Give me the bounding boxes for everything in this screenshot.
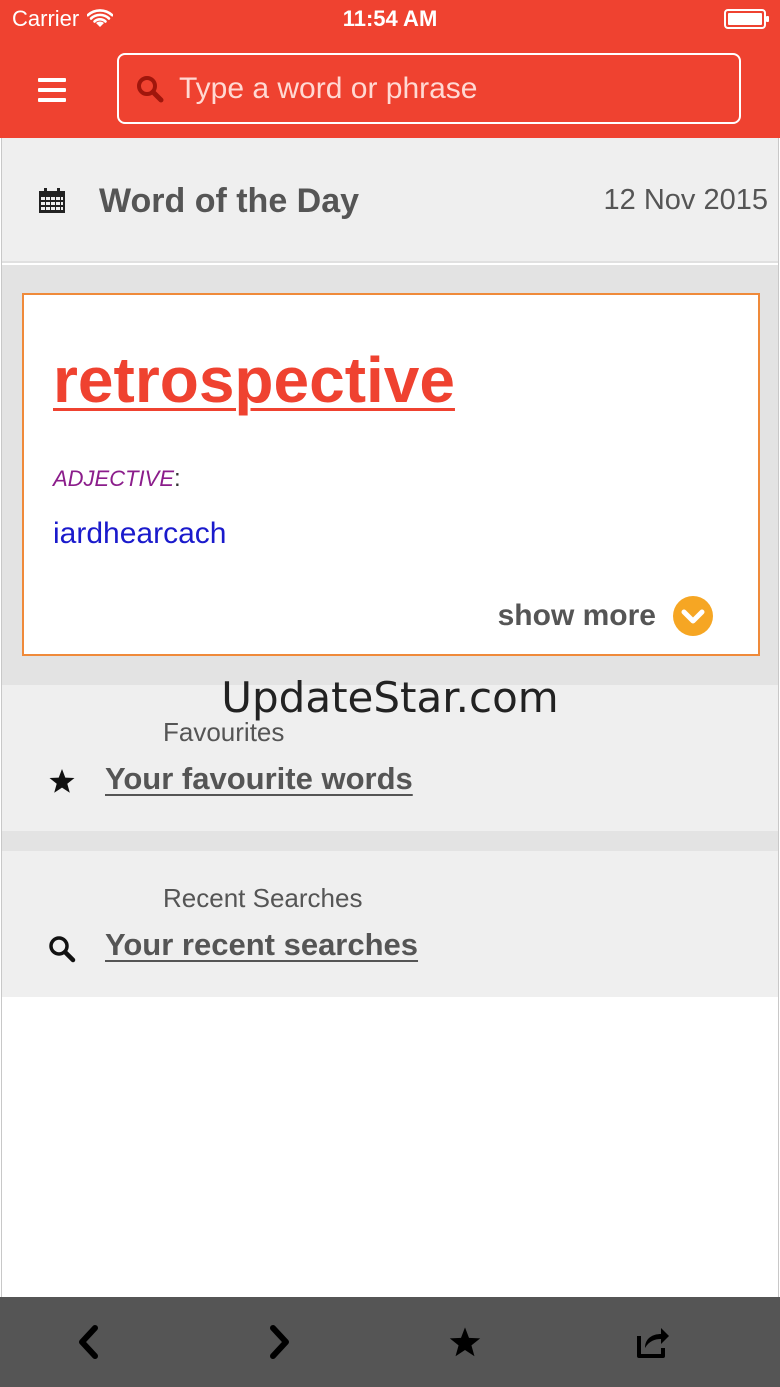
word-of-the-day-title: Word of the Day (99, 182, 360, 220)
search-input[interactable] (175, 55, 739, 122)
status-bar: Carrier 11:54 AM (0, 0, 780, 40)
favourite-words-link[interactable]: Your favourite words (105, 761, 413, 797)
star-icon (449, 1327, 481, 1357)
section-divider (2, 831, 778, 851)
recent-searches-label: Recent Searches (163, 883, 363, 913)
part-of-speech-label: ADJECTIVE (53, 466, 175, 491)
chevron-down-icon (673, 596, 713, 636)
app-header: Carrier 11:54 AM (0, 0, 780, 138)
search-box[interactable] (117, 53, 741, 124)
word-card: retrospective ADJECTIVE: iardhearcach sh… (22, 293, 760, 656)
search-icon (49, 936, 76, 963)
watermark-text: UpdateStar.com (221, 673, 559, 722)
back-icon (79, 1325, 98, 1359)
star-icon (49, 769, 75, 793)
forward-icon (270, 1325, 289, 1359)
content-area: Word of the Day 12 Nov 2015 retrospectiv… (1, 138, 779, 1298)
search-icon (125, 55, 175, 122)
menu-button[interactable] (30, 72, 74, 108)
word-of-the-day-header: Word of the Day 12 Nov 2015 (2, 138, 778, 263)
forward-button[interactable] (254, 1317, 304, 1367)
hamburger-icon-bar (38, 78, 66, 82)
hamburger-icon-bar (38, 88, 66, 92)
word-link[interactable]: retrospective (53, 343, 455, 417)
status-time: 11:54 AM (342, 6, 438, 31)
recent-searches-link[interactable]: Your recent searches (105, 927, 418, 963)
hamburger-icon-bar (38, 98, 66, 102)
recent-searches-section: Recent Searches Your recent searches (2, 851, 778, 997)
share-icon (637, 1328, 669, 1358)
calendar-icon (39, 188, 65, 213)
word-of-the-day-date: 12 Nov 2015 (603, 184, 768, 216)
part-of-speech: ADJECTIVE: (53, 465, 181, 493)
app-screen: Carrier 11:54 AM Type a word or phrase W… (0, 0, 780, 1387)
share-button[interactable] (628, 1317, 678, 1367)
part-of-speech-colon: : (174, 465, 181, 492)
favourite-button[interactable] (440, 1317, 490, 1367)
show-more-button[interactable]: show more (498, 595, 714, 637)
bottom-toolbar (0, 1297, 780, 1387)
battery-icon (724, 9, 769, 29)
word-definition: iardhearcach (53, 517, 227, 550)
back-button[interactable] (64, 1317, 114, 1367)
word-card-area: retrospective ADJECTIVE: iardhearcach sh… (2, 265, 778, 685)
show-more-label: show more (497, 599, 656, 632)
